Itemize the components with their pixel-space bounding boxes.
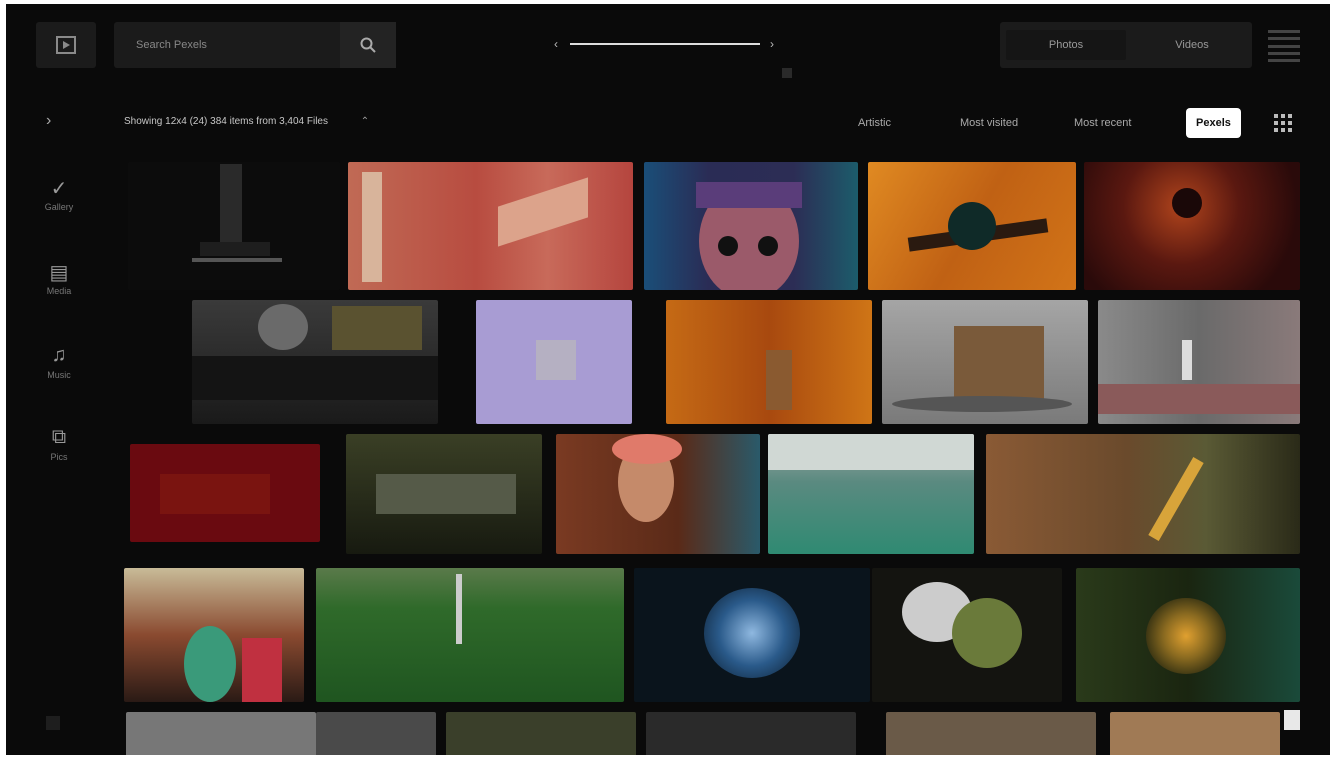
photo-thumbnail[interactable] — [316, 568, 624, 702]
chevron-right-icon[interactable]: › — [770, 36, 774, 52]
top-bar: ‹ › Photos Videos — [6, 4, 1330, 84]
toggle-photos[interactable]: Photos — [1006, 30, 1126, 60]
photo-thumbnail[interactable] — [346, 434, 542, 554]
results-summary-text: Showing 12x4 (24) 384 items from 3,404 F… — [124, 116, 328, 127]
photo-thumbnail[interactable] — [872, 568, 1062, 702]
search-box — [114, 22, 396, 68]
app-window: ‹ › Photos Videos › Showing 12x4 (24) 38… — [6, 4, 1330, 755]
slider-track[interactable] — [570, 43, 760, 45]
check-icon: ✓ — [50, 178, 68, 200]
toggle-videos[interactable]: Videos — [1132, 39, 1252, 51]
photo-thumbnail[interactable] — [634, 568, 870, 702]
photo-thumbnail[interactable] — [646, 712, 856, 755]
photo-thumbnail[interactable] — [1084, 162, 1300, 290]
thumbnail-size-slider[interactable]: ‹ › — [554, 36, 780, 52]
sort-pexels-button[interactable]: Pexels — [1186, 108, 1241, 138]
search-input[interactable] — [114, 22, 344, 68]
play-square-icon[interactable] — [36, 22, 96, 68]
photo-thumbnail[interactable] — [130, 444, 320, 542]
chevron-left-icon[interactable]: ‹ — [554, 36, 558, 52]
photo-thumbnail[interactable] — [666, 300, 872, 424]
photo-thumbnail[interactable] — [446, 712, 636, 755]
sidebar-item-label: Gallery — [44, 202, 74, 212]
photo-thumbnail[interactable] — [126, 712, 316, 755]
photo-thumbnail[interactable] — [192, 300, 438, 424]
sort-most-recent-button[interactable]: Most recent — [1064, 108, 1141, 138]
photo-thumbnail[interactable] — [768, 434, 974, 554]
photo-thumbnail[interactable] — [882, 300, 1088, 424]
sidebar-item-pics[interactable]: ⧉ Pics — [34, 426, 84, 462]
photo-thumbnail[interactable] — [348, 162, 633, 290]
photo-thumbnail[interactable] — [986, 434, 1300, 554]
search-icon[interactable] — [340, 22, 396, 68]
sidebar-item-media[interactable]: ▤ Media — [34, 260, 84, 296]
pics-icon: ⧉ — [51, 426, 67, 448]
photo-thumbnail[interactable] — [644, 162, 858, 290]
settings-icon[interactable] — [46, 716, 60, 730]
sidebar-item-music[interactable]: ♫ Music — [34, 344, 84, 380]
photo-thumbnail[interactable] — [1076, 568, 1300, 702]
sidebar-item-label: Music — [47, 370, 71, 380]
sidebar-item-gallery[interactable]: ✓ Gallery — [34, 176, 84, 212]
photo-thumbnail[interactable] — [476, 300, 632, 424]
photo-thumbnail[interactable] — [316, 712, 436, 755]
sort-artistic-button[interactable]: Artistic — [848, 108, 901, 138]
sidebar-item-label: Pics — [50, 452, 68, 462]
photo-thumbnail[interactable] — [1098, 300, 1300, 424]
photo-thumbnail[interactable] — [124, 568, 304, 702]
photo-thumbnail[interactable] — [1110, 712, 1280, 755]
chevron-up-icon[interactable]: ⌃ — [361, 116, 369, 127]
slider-handle[interactable] — [782, 68, 792, 78]
photo-thumbnail[interactable] — [556, 434, 760, 554]
media-icon: ▤ — [49, 262, 69, 284]
photo-thumbnail[interactable] — [868, 162, 1076, 290]
grid-icon[interactable] — [1274, 114, 1292, 132]
results-summary[interactable]: Showing 12x4 (24) 384 items from 3,404 F… — [124, 116, 369, 127]
music-icon: ♫ — [51, 344, 67, 366]
hamburger-icon[interactable] — [1268, 26, 1300, 66]
photo-thumbnail[interactable] — [886, 712, 1096, 755]
scrollbar-thumb[interactable] — [1284, 710, 1300, 730]
media-type-toggle: Photos Videos — [1000, 22, 1252, 68]
expand-sidebar-icon[interactable]: › — [46, 112, 51, 130]
photo-thumbnail[interactable] — [128, 162, 340, 290]
sidebar-item-label: Media — [46, 286, 72, 296]
sort-most-visited-button[interactable]: Most visited — [950, 108, 1028, 138]
